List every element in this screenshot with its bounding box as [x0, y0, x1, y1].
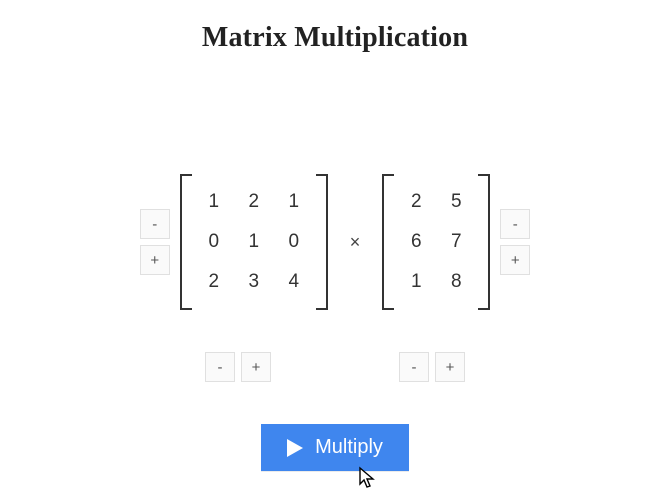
matrix-b-cell[interactable]: 6 [396, 222, 436, 262]
matrix-b-col-controls: - + [399, 352, 465, 382]
matrix-a: 1 2 1 0 1 0 2 3 4 [180, 174, 328, 310]
matrix-b-add-row-button[interactable]: + [500, 245, 530, 275]
matrix-a-block: - + 1 2 1 0 1 0 [140, 174, 328, 310]
matrix-b-row-controls: - + [500, 209, 530, 275]
multiply-button[interactable]: Multiply [261, 424, 409, 471]
play-icon [287, 439, 303, 457]
matrix-b-right-bracket [478, 174, 490, 310]
matrix-b: 2 5 6 7 1 8 [382, 174, 490, 310]
matrix-a-cell[interactable]: 4 [274, 262, 314, 302]
table-row: 2 5 [396, 182, 476, 222]
matrix-stage: - + 1 2 1 0 1 0 [0, 174, 670, 310]
matrix-a-cell[interactable]: 2 [234, 182, 274, 222]
matrix-b-add-col-button[interactable]: + [435, 352, 465, 382]
matrix-a-cell[interactable]: 1 [234, 222, 274, 262]
matrix-a-cell[interactable]: 0 [274, 222, 314, 262]
page-title: Matrix Multiplication [0, 22, 670, 54]
action-row: Multiply [0, 424, 670, 471]
matrix-a-right-bracket [316, 174, 328, 310]
app-root: Matrix Multiplication - + 1 2 1 0 [0, 0, 670, 500]
table-row: 1 2 1 [194, 182, 314, 222]
matrix-a-cell[interactable]: 3 [234, 262, 274, 302]
matrix-b-remove-row-button[interactable]: - [500, 209, 530, 239]
matrix-a-row-controls: - + [140, 209, 170, 275]
table-row: 0 1 0 [194, 222, 314, 262]
matrix-b-cell[interactable]: 2 [396, 182, 436, 222]
matrix-b-cell[interactable]: 7 [436, 222, 476, 262]
matrix-b-cell[interactable]: 5 [436, 182, 476, 222]
matrix-a-cell[interactable]: 0 [194, 222, 234, 262]
matrix-a-cell[interactable]: 1 [274, 182, 314, 222]
multiply-button-label: Multiply [315, 436, 383, 459]
matrix-a-remove-row-button[interactable]: - [140, 209, 170, 239]
times-operator: × [346, 232, 365, 253]
table-row: 2 3 4 [194, 262, 314, 302]
matrix-a-cell[interactable]: 2 [194, 262, 234, 302]
matrix-a-remove-col-button[interactable]: - [205, 352, 235, 382]
matrix-b-left-bracket [382, 174, 394, 310]
matrix-b-cell[interactable]: 1 [396, 262, 436, 302]
matrix-a-add-row-button[interactable]: + [140, 245, 170, 275]
matrix-a-col-controls: - + [205, 352, 271, 382]
matrix-a-grid: 1 2 1 0 1 0 2 3 4 [194, 182, 314, 302]
matrix-a-left-bracket [180, 174, 192, 310]
column-controls-row: - + - + [0, 332, 670, 382]
matrix-b-grid: 2 5 6 7 1 8 [396, 182, 476, 302]
matrix-b-cell[interactable]: 8 [436, 262, 476, 302]
matrix-a-add-col-button[interactable]: + [241, 352, 271, 382]
table-row: 1 8 [396, 262, 476, 302]
matrix-a-cell[interactable]: 1 [194, 182, 234, 222]
table-row: 6 7 [396, 222, 476, 262]
matrix-b-remove-col-button[interactable]: - [399, 352, 429, 382]
matrix-b-block: 2 5 6 7 1 8 - + [382, 174, 530, 310]
